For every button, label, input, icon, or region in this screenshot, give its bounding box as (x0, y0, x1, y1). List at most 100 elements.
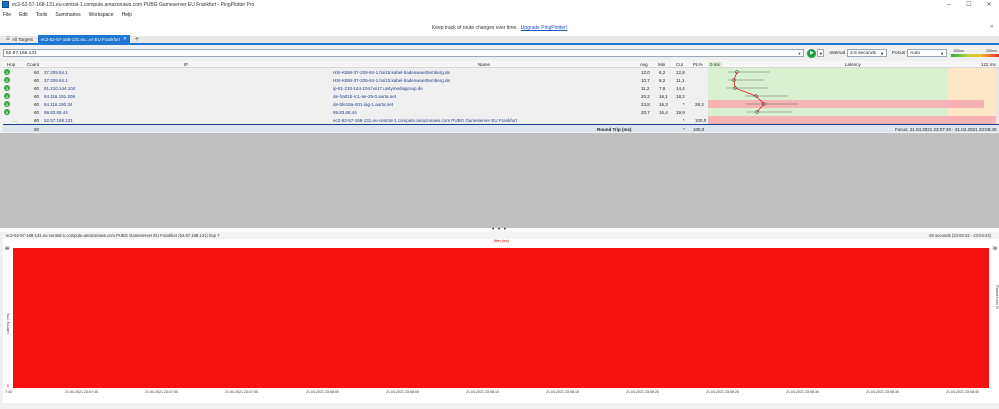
y-right-label: Packet Loss % (995, 285, 999, 309)
upgrade-link[interactable]: Upgrade PingPlotter! (521, 25, 567, 31)
hop-min: 16,3 (659, 101, 668, 107)
title-bar: ec2-52-57-168-131.eu-central-1.compute.a… (0, 0, 999, 9)
hop-cur: 18,2 (676, 93, 685, 99)
hop-avg: 12,0 (641, 69, 650, 75)
hop-name: ec2-52-57-168-131.eu-central-1.compute.a… (333, 117, 517, 123)
hop-avg: 20,2 (641, 93, 650, 99)
menu-tools[interactable]: Tools (36, 12, 48, 18)
round-trip-row: 60 Round Trip (ms) * 100,0 Focus: 21.04.… (3, 124, 999, 132)
latency-graph (708, 68, 999, 126)
hop-ip: 84.116.191.209 (44, 93, 75, 99)
list-icon: ☰ (6, 36, 11, 41)
minimize-button[interactable]: ─ (939, 0, 959, 9)
x-tick: 21.04.2021 23:07:55 (225, 390, 258, 394)
col-avg[interactable]: Avg (640, 62, 648, 67)
col-cur[interactable]: Cur (676, 62, 683, 67)
hop-name: ip-81-210-144-104.hsi17.unitymediagroup.… (333, 85, 423, 91)
status-strip (0, 403, 999, 409)
hop-avg: 10,7 (641, 77, 650, 83)
hop-pl: 100,0 (695, 117, 707, 123)
scale-gradient (951, 54, 999, 57)
col-min[interactable]: Min (658, 62, 665, 67)
hop-name: de-fra01b-rc1-ae-25-0.aorta.net (333, 93, 397, 99)
hop-cur: 11,1 (676, 77, 685, 83)
rt-pl: 100,0 (693, 126, 705, 132)
col-name[interactable]: Name (478, 62, 490, 67)
x-tick: 21.04.2021 23:08:05 (386, 390, 419, 394)
hop-number: 5 (4, 101, 10, 107)
col-ip[interactable]: IP (184, 62, 188, 67)
focus-select[interactable]: Auto ▼ (907, 49, 948, 57)
tab-target[interactable]: ec2-52-57-168-131.eu...er EU Frankfurt ✕ (37, 35, 130, 43)
col-pl[interactable]: PL% (693, 62, 703, 67)
tab-all-targets-label: All Targets (12, 36, 33, 42)
menu-help[interactable]: Help (122, 12, 132, 18)
col-hop[interactable]: Hop (7, 62, 15, 67)
play-button[interactable]: ▶ (807, 48, 817, 58)
tab-close-icon[interactable]: ✕ (123, 36, 127, 42)
hop-min: 8,2 (659, 77, 666, 83)
tab-all-targets[interactable]: ☰ All Targets (3, 35, 36, 43)
hop-count: 60 (34, 101, 40, 107)
x-tick: 21.04.2021 23:08:10 (466, 390, 499, 394)
hop-avg: 11,2 (641, 85, 650, 91)
menu-workspace[interactable]: Workspace (89, 12, 114, 18)
hop-ip: 52.57.168.131 (44, 117, 73, 123)
packet-loss-bar (708, 116, 999, 124)
packet-loss-fill (13, 248, 989, 388)
chevron-down-icon[interactable]: ▼ (797, 51, 803, 56)
focus-value: Auto (910, 50, 921, 56)
rt-cur: * (683, 126, 685, 132)
hop-cur: 14,4 (676, 85, 685, 91)
hop-cur: * (683, 117, 685, 123)
target-address-input[interactable]: 52.57.168.131 ▼ (3, 49, 805, 57)
hop-name: HSI-KBW-37-209-84-1.hsi15.kabel-badenwue… (333, 77, 450, 83)
rt-count: 60 (34, 126, 40, 132)
y-left-zero: 0 (7, 384, 9, 388)
hop-number: ... (13, 117, 17, 123)
menu-summaries[interactable]: Summaries (55, 12, 80, 18)
jitter-label: Jitter (ms) (493, 239, 509, 243)
chevron-down-icon: ▼ (880, 50, 885, 56)
hop-number: 2 (4, 77, 10, 83)
x-tick: 21.04.2021 23:07:50 (145, 390, 178, 394)
focus-label: Focus (892, 50, 906, 56)
rt-label: Round Trip (ms) (597, 126, 632, 132)
app-icon (2, 1, 9, 8)
banner-close-icon[interactable]: ✕ (990, 24, 994, 30)
hop-ip: 84.116.190.34 (44, 101, 73, 107)
y-right-mid: 10 (993, 247, 997, 251)
hop-count: 60 (34, 85, 40, 91)
menu-file[interactable]: File (3, 12, 11, 18)
col-latency[interactable]: Latency (845, 62, 861, 67)
col-lat-end: 122 ms (981, 62, 996, 67)
y-left-label: Latency (ms) (6, 313, 10, 334)
interval-label: Interval (829, 50, 846, 56)
hop-ip: 99.83.68.44 (44, 109, 68, 115)
hop-count: 60 (34, 109, 40, 115)
timeline-header: ec2-52-57-168-131.eu-central-1.compute.a… (3, 232, 999, 239)
hop-min: 16,4 (659, 109, 668, 115)
hop-min: 8,2 (659, 69, 666, 75)
col-count[interactable]: Count (27, 62, 39, 67)
timeline-range[interactable]: 60 seconds (23:03:43 - 23:04:43) (929, 233, 991, 238)
x-tick: 21.04.2021 23:08:15 (546, 390, 579, 394)
add-tab-button[interactable]: + (132, 35, 142, 43)
hop-avg: 23,8 (641, 101, 650, 107)
menu-edit[interactable]: Edit (19, 12, 28, 18)
maximize-button[interactable]: ☐ (959, 0, 979, 9)
interval-value: 2.5 seconds (850, 50, 877, 56)
play-options-dropdown[interactable]: ▼ (817, 49, 825, 57)
x-tick: 21.04.2021 23:08:40 (946, 390, 979, 394)
grid-header: Hop Count IP Name Avg Min Cur PL% 0 ms L… (3, 61, 999, 68)
interval-select[interactable]: 2.5 seconds ▼ (847, 49, 888, 57)
hop-number: 4 (4, 93, 10, 99)
close-button[interactable]: ✕ (979, 0, 999, 9)
hop-pl: 28,3 (695, 101, 704, 107)
scale-low-label: 100ms (953, 49, 964, 53)
hop-avg: 20,7 (641, 109, 650, 115)
hop-min: 7,8 (659, 85, 666, 91)
hop-count: 60 (34, 69, 40, 75)
hop-cur: 12,8 (676, 69, 685, 75)
timeline-graph[interactable]: Jitter (ms) 30 30 10 10 0 Latency (ms) P… (3, 239, 999, 403)
